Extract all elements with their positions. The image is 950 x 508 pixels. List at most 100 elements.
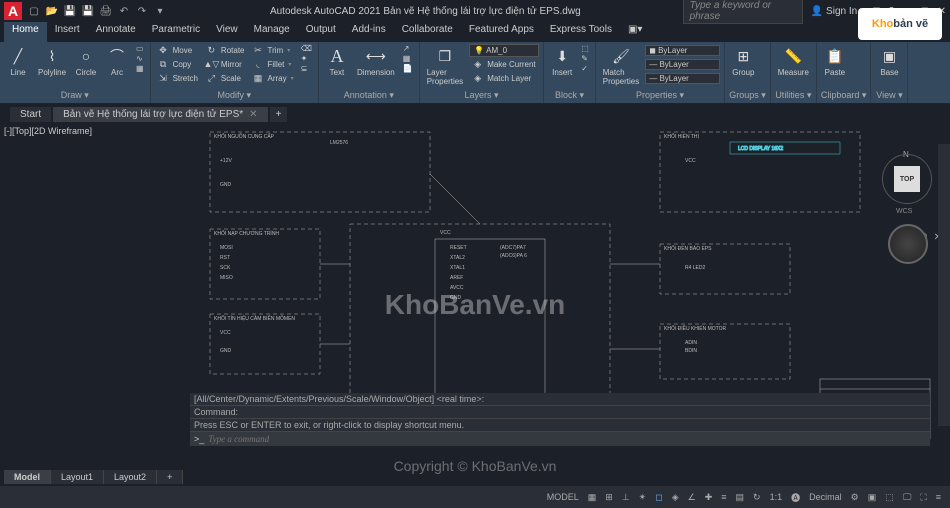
viewcube-face[interactable]: TOP bbox=[894, 166, 920, 192]
insert-button[interactable]: ⬇Insert bbox=[548, 44, 576, 78]
copy-button[interactable]: ⧉Copy bbox=[155, 58, 200, 71]
line-button[interactable]: ╱Line bbox=[4, 44, 32, 78]
hatch-icon[interactable]: ▦ bbox=[134, 64, 146, 73]
tab-collaborate[interactable]: Collaborate bbox=[394, 22, 461, 42]
panel-properties-title[interactable]: Properties ▾ bbox=[600, 89, 720, 101]
qat-undo-icon[interactable]: ↶ bbox=[116, 3, 132, 19]
layout-tab-1[interactable]: Layout1 bbox=[51, 470, 104, 484]
viewport-label[interactable]: [-][Top][2D Wireframe] bbox=[4, 126, 92, 136]
trim-button[interactable]: ✂Trim▾ bbox=[250, 44, 296, 57]
layer-properties-button[interactable]: ❒Layer Properties bbox=[424, 44, 466, 87]
sb-hardware-icon[interactable]: 🖵 bbox=[900, 491, 915, 504]
qat-open-icon[interactable]: 📂 bbox=[44, 3, 60, 19]
sb-cycle-icon[interactable]: ↻ bbox=[750, 491, 764, 504]
layout-tab-model[interactable]: Model bbox=[4, 470, 51, 484]
panel-modify-title[interactable]: Modify ▾ bbox=[155, 89, 314, 101]
sb-otrack-icon[interactable]: ∠ bbox=[685, 491, 699, 504]
panel-annotation-title[interactable]: Annotation ▾ bbox=[323, 89, 415, 101]
tab-manage[interactable]: Manage bbox=[246, 22, 298, 42]
stretch-button[interactable]: ⇲Stretch bbox=[155, 72, 200, 85]
attr-icon[interactable]: ✓ bbox=[579, 64, 591, 73]
sb-snap-icon[interactable]: ⊞ bbox=[602, 491, 616, 504]
sb-grid-icon[interactable]: ▦ bbox=[585, 491, 600, 504]
group-button[interactable]: ⊞Group bbox=[729, 44, 757, 78]
rect-icon[interactable]: ▭ bbox=[134, 44, 146, 53]
fillet-button[interactable]: ◟Fillet▾ bbox=[250, 58, 296, 71]
viewcube-wcs[interactable]: WCS bbox=[896, 208, 912, 215]
qat-more-icon[interactable]: ▾ bbox=[152, 3, 168, 19]
leader-icon[interactable]: ↗ bbox=[401, 44, 415, 53]
sb-polar-icon[interactable]: ✴ bbox=[636, 491, 650, 504]
command-line[interactable]: [All/Center/Dynamic/Extents/Previous/Sca… bbox=[190, 393, 930, 446]
table-icon[interactable]: ▦ bbox=[401, 54, 415, 63]
create-block-icon[interactable]: ⬚ bbox=[579, 44, 591, 53]
sb-workspace-icon[interactable]: ⚙ bbox=[848, 491, 862, 504]
panel-groups-title[interactable]: Groups ▾ bbox=[729, 89, 766, 101]
panel-layers-title[interactable]: Layers ▾ bbox=[424, 89, 539, 101]
vertical-scrollbar[interactable] bbox=[938, 144, 950, 426]
tab-featured[interactable]: Featured Apps bbox=[461, 22, 542, 42]
lineweight-combo[interactable]: — ByLayer bbox=[645, 59, 720, 70]
match-layer-button[interactable]: ◈Match Layer bbox=[469, 72, 539, 85]
make-current-button[interactable]: ◈Make Current bbox=[469, 58, 539, 71]
sb-qp-icon[interactable]: ▣ bbox=[865, 491, 880, 504]
mirror-button[interactable]: ▲▽Mirror bbox=[203, 58, 247, 71]
offset-icon[interactable]: ⊆ bbox=[299, 64, 314, 73]
tab-home[interactable]: Home bbox=[4, 22, 47, 42]
explode-icon[interactable]: ✦ bbox=[299, 54, 314, 63]
move-button[interactable]: ✥Move bbox=[155, 44, 200, 57]
sb-model[interactable]: MODEL bbox=[544, 491, 582, 503]
array-button[interactable]: ▦Array▾ bbox=[250, 72, 296, 85]
paste-button[interactable]: 📋Paste bbox=[821, 44, 849, 78]
sb-scale[interactable]: 1:1 bbox=[767, 491, 786, 503]
drawing-canvas[interactable]: [-][Top][2D Wireframe] — ▢ ✕ KHỐI NGUỒN … bbox=[0, 124, 950, 486]
navigation-wheel[interactable] bbox=[888, 224, 928, 264]
sb-dyninput-icon[interactable]: ✚ bbox=[702, 491, 716, 504]
tab-express[interactable]: Express Tools bbox=[542, 22, 620, 42]
panel-clipboard-title[interactable]: Clipboard ▾ bbox=[821, 89, 867, 101]
layer-combo[interactable]: 💡AM_0 bbox=[469, 44, 539, 57]
arc-button[interactable]: ⌒Arc bbox=[103, 44, 131, 78]
tab-parametric[interactable]: Parametric bbox=[144, 22, 208, 42]
match-properties-button[interactable]: 🖌Match Properties bbox=[600, 44, 642, 87]
qat-save-icon[interactable]: 💾 bbox=[62, 3, 78, 19]
qat-plot-icon[interactable]: 🖨 bbox=[98, 3, 114, 19]
spline-icon[interactable]: ∿ bbox=[134, 54, 146, 63]
erase-icon[interactable]: ⌫ bbox=[299, 44, 314, 53]
tab-view[interactable]: View bbox=[208, 22, 246, 42]
tab-annotate[interactable]: Annotate bbox=[88, 22, 144, 42]
sb-ortho-icon[interactable]: ⊥ bbox=[619, 491, 633, 504]
rotate-button[interactable]: ↻Rotate bbox=[203, 44, 247, 57]
layout-tab-2[interactable]: Layout2 bbox=[104, 470, 157, 484]
sb-decimal[interactable]: Decimal bbox=[806, 491, 845, 503]
text-button[interactable]: AText bbox=[323, 44, 351, 78]
dimension-button[interactable]: ⟷Dimension bbox=[354, 44, 398, 78]
panel-utilities-title[interactable]: Utilities ▾ bbox=[775, 89, 812, 101]
app-logo[interactable]: A bbox=[4, 2, 22, 20]
sb-transparency-icon[interactable]: ▤ bbox=[733, 491, 748, 504]
linetype-combo[interactable]: — ByLayer bbox=[645, 73, 720, 84]
viewcube[interactable]: N TOP WCS bbox=[882, 154, 932, 204]
polyline-button[interactable]: ⌇Polyline bbox=[35, 44, 69, 78]
qat-saveas-icon[interactable]: 💾 bbox=[80, 3, 96, 19]
signin-button[interactable]: 👤 Sign In ▾ bbox=[811, 6, 865, 17]
sb-custom-icon[interactable]: ≡ bbox=[933, 491, 944, 503]
doctab-current[interactable]: Bản vẽ Hệ thống lái trợ lực điện tử EPS*… bbox=[53, 107, 267, 122]
tab-insert[interactable]: Insert bbox=[47, 22, 88, 42]
sb-annoscale-icon[interactable]: 🅐 bbox=[788, 490, 803, 505]
help-search-input[interactable]: Type a keyword or phrase bbox=[683, 0, 803, 24]
tab-addins[interactable]: Add-ins bbox=[344, 22, 394, 42]
panel-draw-title[interactable]: Draw ▾ bbox=[4, 89, 146, 101]
qat-redo-icon[interactable]: ↷ bbox=[134, 3, 150, 19]
doctab-new-icon[interactable]: + bbox=[270, 107, 288, 122]
sb-lwt-icon[interactable]: ≡ bbox=[718, 491, 729, 503]
qat-new-icon[interactable]: ▢ bbox=[26, 3, 42, 19]
mtext-icon[interactable]: 📄 bbox=[401, 64, 415, 73]
edit-block-icon[interactable]: ✎ bbox=[579, 54, 591, 63]
layout-tab-add[interactable]: + bbox=[157, 470, 183, 484]
color-combo[interactable]: ◼ ByLayer bbox=[645, 45, 720, 56]
command-input[interactable] bbox=[208, 434, 926, 444]
panel-block-title[interactable]: Block ▾ bbox=[548, 89, 591, 101]
sb-clean-icon[interactable]: ⛶ bbox=[917, 491, 929, 504]
doctab-close-icon[interactable]: ✕ bbox=[249, 109, 257, 120]
